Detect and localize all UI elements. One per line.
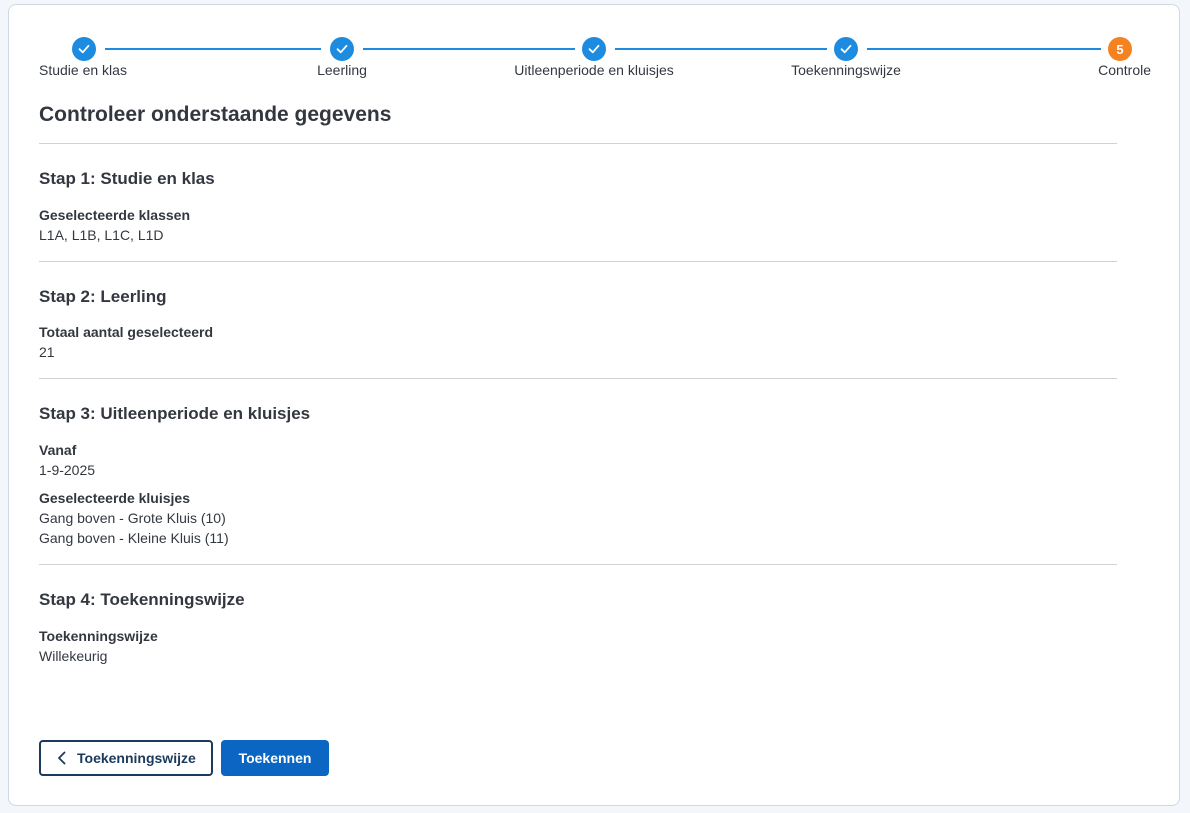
selected-locker-item: Gang boven - Kleine Kluis (11) xyxy=(39,530,229,546)
section-2-title: Stap 2: Leerling xyxy=(39,287,167,306)
step-connector xyxy=(105,48,321,50)
total-selected-label: Totaal aantal geselecteerd xyxy=(39,324,214,340)
progress-stepper: Studie en klas Leerling Uitleenperiode e… xyxy=(9,5,1181,95)
review-card: Studie en klas Leerling Uitleenperiode e… xyxy=(8,4,1180,806)
step-1-label: Studie en klas xyxy=(39,62,127,78)
step-connector xyxy=(615,48,827,50)
step-2-label: Leerling xyxy=(317,62,367,78)
divider xyxy=(39,261,1117,262)
assign-button[interactable]: Toekennen xyxy=(221,740,329,776)
divider xyxy=(39,143,1117,144)
selected-classes-label: Geselecteerde klassen xyxy=(39,207,190,223)
divider xyxy=(39,564,1117,565)
start-date-label: Vanaf xyxy=(39,442,77,458)
section-3-title: Stap 3: Uitleenperiode en kluisjes xyxy=(39,404,311,423)
selected-classes-value: L1A, L1B, L1C, L1D xyxy=(39,227,164,243)
back-button-label: Toekenningswijze xyxy=(77,750,196,766)
step-3-label: Uitleenperiode en kluisjes xyxy=(514,62,674,78)
page-title: Controleer onderstaande gegevens xyxy=(39,103,392,126)
step-connector xyxy=(867,48,1101,50)
step-4-label: Toekenningswijze xyxy=(791,62,901,78)
start-date-value: 1-9-2025 xyxy=(39,462,96,478)
divider xyxy=(39,378,1117,379)
assignment-method-value: Willekeurig xyxy=(39,648,108,664)
step-3-check-icon xyxy=(582,37,606,61)
step-4-check-icon xyxy=(834,37,858,61)
step-5-label: Controle xyxy=(1098,62,1151,78)
step-5-number: 5 xyxy=(1108,37,1132,61)
back-button[interactable]: Toekenningswijze xyxy=(39,740,213,776)
assignment-method-label: Toekenningswijze xyxy=(39,628,158,644)
step-1-check-icon xyxy=(72,37,96,61)
step-connector xyxy=(363,48,575,50)
section-4-title: Stap 4: Toekenningswijze xyxy=(39,590,245,609)
step-2-check-icon xyxy=(330,37,354,61)
selected-locker-item: Gang boven - Grote Kluis (10) xyxy=(39,510,226,526)
section-1-title: Stap 1: Studie en klas xyxy=(39,169,215,188)
total-selected-value: 21 xyxy=(39,344,55,360)
selected-lockers-label: Geselecteerde kluisjes xyxy=(39,490,190,506)
chevron-left-icon xyxy=(57,751,67,765)
